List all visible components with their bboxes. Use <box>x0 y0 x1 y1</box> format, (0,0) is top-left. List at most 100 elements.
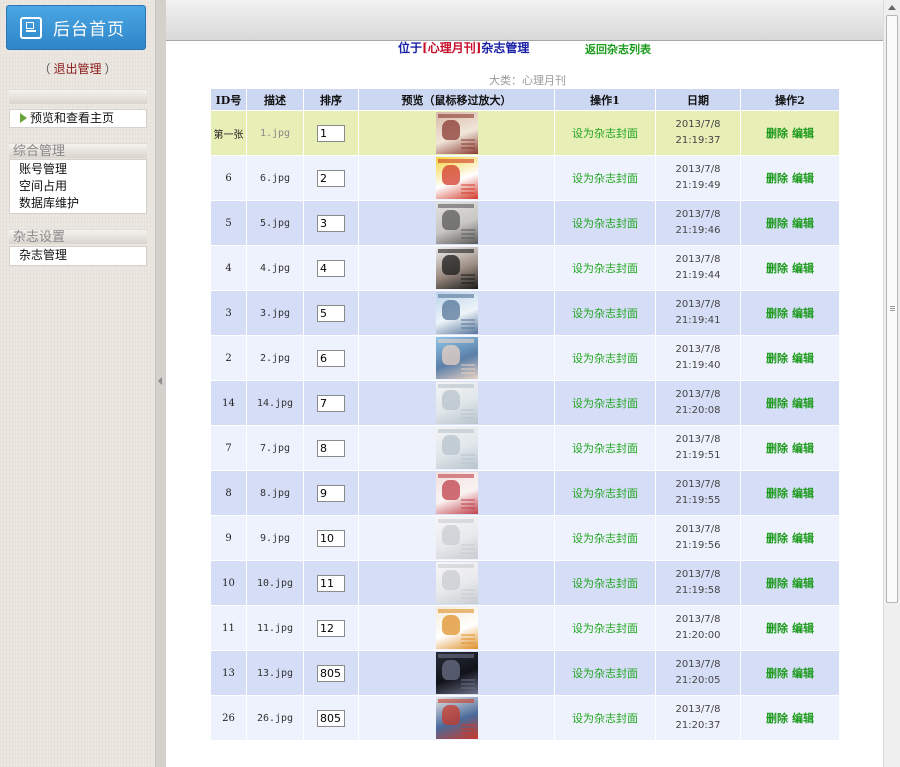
edit-link[interactable]: 编辑 <box>792 217 814 230</box>
sidebar: 后台首页 （退出管理） 预览和查看主页 综合管理 账号管理 空间占用 数据库维护… <box>0 0 155 767</box>
scroll-up-icon[interactable] <box>884 0 900 15</box>
sidebar-splitter[interactable] <box>155 0 166 767</box>
thumbnail-image[interactable] <box>435 652 478 694</box>
set-cover-link[interactable]: 设为杂志封面 <box>572 667 638 680</box>
delete-link[interactable]: 删除 <box>766 172 788 185</box>
thumbnail-image[interactable] <box>435 292 478 334</box>
cell-order <box>303 605 359 651</box>
thumbnail-image[interactable] <box>435 472 478 514</box>
edit-link[interactable]: 编辑 <box>792 397 814 410</box>
sidebar-item-magazine-manage[interactable]: 杂志管理 <box>10 247 146 264</box>
edit-link[interactable]: 编辑 <box>792 127 814 140</box>
thumbnail-image[interactable] <box>435 607 478 649</box>
date-text: 2013/7/8 <box>675 704 721 715</box>
delete-link[interactable]: 删除 <box>766 487 788 500</box>
order-input[interactable] <box>317 664 345 682</box>
thumbnail-image[interactable] <box>435 517 478 559</box>
set-cover-link[interactable]: 设为杂志封面 <box>572 352 638 365</box>
set-cover-link[interactable]: 设为杂志封面 <box>572 712 638 725</box>
delete-link[interactable]: 删除 <box>766 127 788 140</box>
order-input[interactable] <box>317 214 345 232</box>
edit-link[interactable]: 编辑 <box>792 577 814 590</box>
section-header-general: 综合管理 <box>9 143 147 159</box>
vertical-scrollbar[interactable] <box>883 0 900 767</box>
time-text: 21:20:00 <box>675 630 721 641</box>
sidebar-item-accounts[interactable]: 账号管理 <box>10 161 146 178</box>
sidebar-item-database[interactable]: 数据库维护 <box>10 195 146 212</box>
back-to-list-link[interactable]: 返回杂志列表 <box>585 41 651 57</box>
order-input[interactable] <box>317 709 345 727</box>
thumbnail-image[interactable] <box>435 112 478 154</box>
delete-link[interactable]: 删除 <box>766 262 788 275</box>
edit-link[interactable]: 编辑 <box>792 667 814 680</box>
delete-link[interactable]: 删除 <box>766 667 788 680</box>
set-cover-link[interactable]: 设为杂志封面 <box>572 487 638 500</box>
order-input[interactable] <box>317 439 345 457</box>
set-cover-link[interactable]: 设为杂志封面 <box>572 577 638 590</box>
cell-op2: 删除 编辑 <box>740 155 840 201</box>
delete-link[interactable]: 删除 <box>766 712 788 725</box>
set-cover-link[interactable]: 设为杂志封面 <box>572 127 638 140</box>
order-input[interactable] <box>317 169 345 187</box>
sidebar-item-space[interactable]: 空间占用 <box>10 178 146 195</box>
delete-link[interactable]: 删除 <box>766 352 788 365</box>
cell-op2: 删除 编辑 <box>740 425 840 471</box>
set-cover-link[interactable]: 设为杂志封面 <box>572 532 638 545</box>
thumbnail-image[interactable] <box>435 202 478 244</box>
order-input[interactable] <box>317 619 345 637</box>
edit-link[interactable]: 编辑 <box>792 622 814 635</box>
edit-link[interactable]: 编辑 <box>792 487 814 500</box>
order-input[interactable] <box>317 349 345 367</box>
delete-link[interactable]: 删除 <box>766 307 788 320</box>
cell-preview <box>358 245 555 291</box>
order-input[interactable] <box>317 484 345 502</box>
cell-op1: 设为杂志封面 <box>554 335 656 381</box>
thumbnail-image[interactable] <box>435 337 478 379</box>
set-cover-link[interactable]: 设为杂志封面 <box>572 172 638 185</box>
set-cover-link[interactable]: 设为杂志封面 <box>572 217 638 230</box>
order-input[interactable] <box>317 529 345 547</box>
thumbnail-image[interactable] <box>435 427 478 469</box>
delete-link[interactable]: 删除 <box>766 622 788 635</box>
cell-desc: 9.jpg <box>246 515 304 561</box>
logout-link[interactable]: 退出管理 <box>53 62 101 76</box>
thumbnail-image[interactable] <box>435 157 478 199</box>
collapse-arrow-icon[interactable] <box>158 377 162 385</box>
home-button[interactable]: 后台首页 <box>6 5 146 50</box>
set-cover-link[interactable]: 设为杂志封面 <box>572 307 638 320</box>
edit-link[interactable]: 编辑 <box>792 172 814 185</box>
set-cover-link[interactable]: 设为杂志封面 <box>572 622 638 635</box>
scrollbar-thumb[interactable] <box>886 15 898 603</box>
cell-date: 2013/7/8 21:19:51 <box>655 425 741 471</box>
set-cover-link[interactable]: 设为杂志封面 <box>572 397 638 410</box>
cell-preview <box>358 380 555 426</box>
delete-link[interactable]: 删除 <box>766 577 788 590</box>
thumbnail-image[interactable] <box>435 562 478 604</box>
date-text: 2013/7/8 <box>675 344 721 355</box>
order-input[interactable] <box>317 259 345 277</box>
delete-link[interactable]: 删除 <box>766 397 788 410</box>
play-arrow-icon <box>20 113 27 123</box>
delete-link[interactable]: 删除 <box>766 532 788 545</box>
order-input[interactable] <box>317 574 345 592</box>
order-input[interactable] <box>317 124 345 142</box>
sidebar-item-preview[interactable]: 预览和查看主页 <box>10 110 146 127</box>
cell-id: 5 <box>210 200 247 246</box>
delete-link[interactable]: 删除 <box>766 217 788 230</box>
order-input[interactable] <box>317 394 345 412</box>
set-cover-link[interactable]: 设为杂志封面 <box>572 262 638 275</box>
edit-link[interactable]: 编辑 <box>792 532 814 545</box>
cell-desc: 8.jpg <box>246 470 304 516</box>
thumbnail-image[interactable] <box>435 382 478 424</box>
time-text: 21:19:56 <box>675 540 721 551</box>
delete-link[interactable]: 删除 <box>766 442 788 455</box>
edit-link[interactable]: 编辑 <box>792 352 814 365</box>
set-cover-link[interactable]: 设为杂志封面 <box>572 442 638 455</box>
edit-link[interactable]: 编辑 <box>792 442 814 455</box>
edit-link[interactable]: 编辑 <box>792 307 814 320</box>
thumbnail-image[interactable] <box>435 247 478 289</box>
edit-link[interactable]: 编辑 <box>792 712 814 725</box>
edit-link[interactable]: 编辑 <box>792 262 814 275</box>
thumbnail-image[interactable] <box>435 697 478 739</box>
order-input[interactable] <box>317 304 345 322</box>
